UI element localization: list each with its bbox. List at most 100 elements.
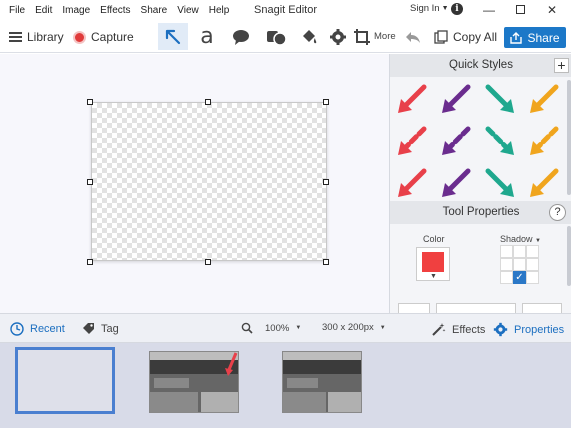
crop-tool-button[interactable] [347,23,377,50]
resize-handle[interactable] [87,259,93,265]
undo-button[interactable] [398,23,428,50]
quick-style-arrow[interactable] [522,163,566,203]
shadow-cell[interactable] [513,258,526,271]
move-tool-button[interactable] [158,23,188,50]
shadow-label[interactable]: Shadow ▼ [500,234,541,244]
callout-tool-button[interactable] [226,23,256,50]
resize-handle[interactable] [323,179,329,185]
shadow-cell[interactable] [500,271,513,284]
quick-style-arrow[interactable] [390,79,434,119]
canvas-area[interactable] [0,54,389,313]
fill-tool-button[interactable] [294,23,324,50]
more-tools-button[interactable]: More [374,31,396,42]
color-label: Color [423,234,445,244]
menu-view[interactable]: View [172,5,204,16]
tray-thumbnail-selected[interactable] [15,347,115,414]
add-style-icon[interactable]: + [554,58,569,73]
quick-style-arrow[interactable] [522,79,566,119]
line-style-dropdown[interactable] [436,303,516,313]
quick-style-arrow[interactable] [522,121,566,161]
quick-styles-grid [390,77,566,199]
close-button[interactable]: ✕ [537,0,567,20]
canvas-image[interactable] [91,102,327,261]
crop-icon [354,28,370,45]
minimize-button[interactable]: — [474,0,504,20]
gear-icon [493,322,508,337]
menu-share[interactable]: Share [136,5,173,16]
sign-in-label: Sign In [410,3,440,14]
tool-properties-scrollbar[interactable] [567,226,571,286]
quick-style-arrow[interactable] [434,79,478,119]
shadow-cell[interactable] [526,245,539,258]
shadow-cell[interactable] [500,245,513,258]
quick-style-arrow[interactable] [434,121,478,161]
quick-style-arrow[interactable] [478,121,522,161]
quick-style-arrow[interactable] [434,163,478,203]
menu-bar: File Edit Image Effects Share View Help [0,5,234,16]
resize-handle[interactable] [205,99,211,105]
tag-button[interactable]: Tag [82,322,119,335]
text-tool-button[interactable]: a [192,23,222,50]
resize-handle[interactable] [323,259,329,265]
capture-button[interactable]: Capture [73,30,134,44]
chevron-down-icon: ▼ [379,324,386,331]
resize-handle[interactable] [87,179,93,185]
color-picker[interactable]: ▼ [416,247,450,281]
menu-icon [9,32,22,42]
menu-help[interactable]: Help [204,5,235,16]
recent-button[interactable]: Recent [10,322,65,336]
share-icon [510,31,523,44]
zoom-value: 100% [265,322,290,334]
library-button[interactable]: Library [9,30,64,44]
shadow-cell[interactable] [500,258,513,271]
arrow-annotation-icon [225,352,238,376]
arrow-icon [442,168,471,197]
canvas-size-control[interactable]: 300 x 200px ▼ [322,322,386,333]
resize-handle[interactable] [323,99,329,105]
speech-bubble-icon [233,29,249,45]
share-button[interactable]: Share [504,27,566,48]
shapes-icon [267,30,287,46]
quick-style-arrow[interactable] [478,79,522,119]
copy-all-button[interactable]: Copy All [434,30,497,44]
tray-thumbnail[interactable] [282,351,362,413]
resize-handle[interactable] [87,99,93,105]
zoom-control[interactable]: 100% ▼ [241,322,301,334]
magic-wand-icon [432,323,446,336]
maximize-button[interactable] [505,0,535,20]
chevron-down-icon: ▼ [441,5,449,12]
properties-button[interactable]: Properties [493,322,564,337]
clock-icon [10,322,24,336]
sign-in-button[interactable]: Sign In ▼ [410,3,449,14]
menu-edit[interactable]: Edit [30,5,57,16]
tool-properties-title: Tool Properties [442,206,520,218]
shadow-cell-selected[interactable]: ✓ [513,271,526,284]
effects-button[interactable]: Effects [431,322,485,337]
info-icon[interactable]: i [451,3,463,15]
shadow-cell[interactable] [513,245,526,258]
arrow-end-dropdown[interactable] [522,303,562,313]
tray-thumbnail[interactable] [149,351,239,413]
gear-icon [330,28,346,45]
quick-style-arrow[interactable] [390,163,434,203]
title-bar: File Edit Image Effects Share View Help … [0,0,571,20]
quick-styles-scrollbar[interactable] [567,80,571,195]
menu-effects[interactable]: Effects [95,5,135,16]
chevron-down-icon: ▼ [535,238,541,244]
arrow-icon [485,168,514,197]
chevron-down-icon: ▼ [295,325,302,331]
menu-file[interactable]: File [4,5,30,16]
shadow-cell[interactable] [526,271,539,284]
arrow-icon [398,168,427,197]
arrow-icon [442,126,471,155]
menu-image[interactable]: Image [57,5,95,16]
arrow-start-dropdown[interactable] [398,303,430,313]
quick-style-arrow[interactable] [478,163,522,203]
quick-styles-header: Quick Styles + [390,54,571,77]
resize-handle[interactable] [205,259,211,265]
quick-style-arrow[interactable] [390,121,434,161]
tag-label: Tag [101,322,119,335]
shadow-cell[interactable] [526,258,539,271]
shape-tool-button[interactable] [261,23,291,50]
help-icon[interactable]: ? [549,204,566,221]
